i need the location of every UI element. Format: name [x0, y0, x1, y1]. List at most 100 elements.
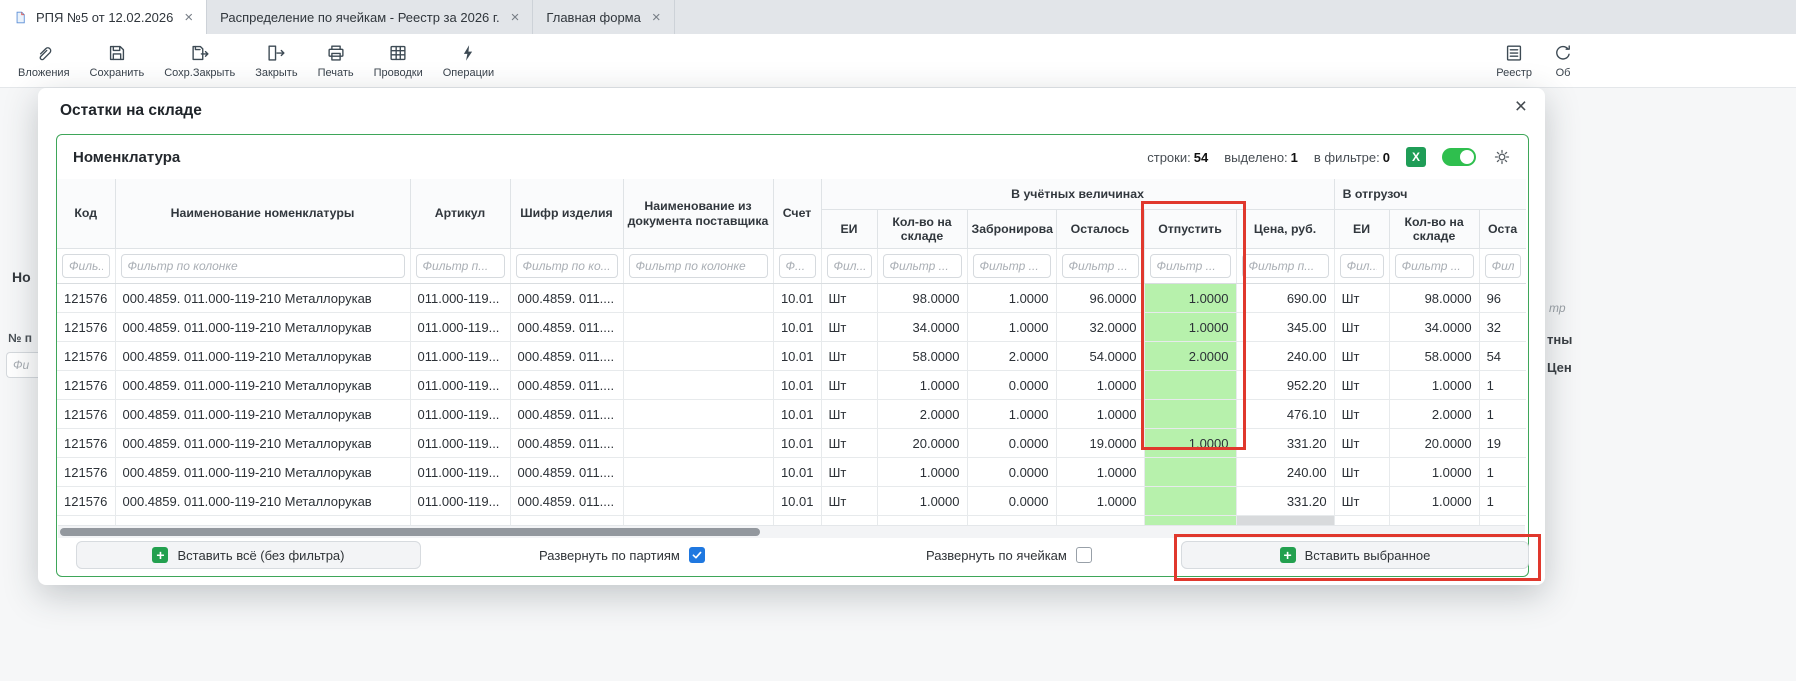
cell[interactable]: 10.01 [773, 516, 821, 526]
table-row[interactable]: 121576000.4859. 011.000-119-210 Металлор… [57, 458, 1526, 487]
cell[interactable]: 10.01 [773, 400, 821, 429]
cell[interactable]: Шт [1334, 342, 1389, 371]
cell[interactable]: 1.0000 [877, 487, 967, 516]
cell[interactable]: 000.4859. 011.000-119-210 Металлорукав [115, 400, 410, 429]
cell[interactable]: 011.000-119... [410, 284, 510, 313]
table-row[interactable]: 121576000.4859. 011.000-119-210 Металлор… [57, 487, 1526, 516]
table-row[interactable]: 121576000.4859. 011.000-119-210 Металлор… [57, 313, 1526, 342]
cell[interactable]: 1.0000 [1144, 313, 1236, 342]
cell[interactable]: 0.0000 [967, 516, 1056, 526]
column-header[interactable]: Кол-во на складе [1389, 210, 1479, 249]
cell[interactable]: 011.000-119... [410, 429, 510, 458]
cell[interactable]: 19.0000 [1056, 429, 1144, 458]
column-header[interactable]: Цена, руб. [1236, 210, 1334, 249]
cell[interactable]: 000.4859. 011.000-119-210 Металлорукав [115, 313, 410, 342]
column-header[interactable]: Забронирова [967, 210, 1056, 249]
horizontal-scrollbar[interactable] [58, 525, 1525, 538]
cell[interactable] [1144, 487, 1236, 516]
cell[interactable]: 011.000-119... [410, 487, 510, 516]
cell[interactable] [623, 487, 773, 516]
cell[interactable] [623, 342, 773, 371]
column-header[interactable]: ЕИ [821, 210, 877, 249]
toolbar-item-close[interactable]: Закрыть [245, 34, 307, 87]
cell[interactable]: 121576 [57, 458, 115, 487]
cell[interactable]: 476.10 [1236, 400, 1334, 429]
cell[interactable]: 0.0000 [967, 487, 1056, 516]
cell[interactable]: 000.4859. 011.000-119-210 Металлорукав [115, 458, 410, 487]
cell[interactable]: 000.4859. 011.000-119-210 Металлорукав [115, 371, 410, 400]
cell[interactable]: 121576 [57, 313, 115, 342]
cell[interactable] [1144, 516, 1236, 526]
filter-input[interactable] [1150, 254, 1231, 278]
cell[interactable]: Шт [821, 516, 877, 526]
cell[interactable]: 1.0000 [877, 458, 967, 487]
column-header[interactable]: Кол-во на складе [877, 210, 967, 249]
toolbar-item-postings[interactable]: Проводки [364, 34, 433, 87]
cell[interactable] [1144, 458, 1236, 487]
tab-0[interactable]: РПЯ №5 от 12.02.2026× [0, 0, 207, 34]
cell[interactable]: 1.0000 [877, 371, 967, 400]
cell[interactable]: 0.0000 [967, 371, 1056, 400]
cell[interactable]: 10.01 [773, 429, 821, 458]
tab-close-icon[interactable]: × [184, 9, 193, 26]
cell[interactable]: Шт [1334, 313, 1389, 342]
cell[interactable]: 121576 [57, 371, 115, 400]
filter-input[interactable] [1395, 254, 1474, 278]
cell[interactable]: 96 [1479, 284, 1526, 313]
cell[interactable]: 952.20 [1236, 371, 1334, 400]
gear-icon[interactable] [1492, 147, 1512, 167]
cell[interactable]: 345.00 [1236, 516, 1334, 526]
cell[interactable] [623, 400, 773, 429]
cell[interactable]: 1.0000 [1389, 487, 1479, 516]
filter-input[interactable] [1062, 254, 1139, 278]
cell[interactable]: 96.0000 [1056, 284, 1144, 313]
cell[interactable] [623, 458, 773, 487]
tab-close-icon[interactable]: × [652, 9, 661, 26]
cell[interactable]: 2.0000 [877, 400, 967, 429]
cell[interactable]: 34.0000 [877, 313, 967, 342]
filter-input[interactable] [1340, 254, 1384, 278]
cell[interactable] [1144, 371, 1236, 400]
toolbar-item-operations[interactable]: Операции [433, 34, 504, 87]
cell[interactable]: 240.00 [1236, 342, 1334, 371]
cell[interactable] [623, 429, 773, 458]
column-header[interactable]: Отпустить [1144, 210, 1236, 249]
cell[interactable]: 20.0000 [877, 429, 967, 458]
cell[interactable]: 1.0000 [1056, 487, 1144, 516]
cell[interactable]: 1.0000 [1144, 284, 1236, 313]
cell[interactable]: 58.0000 [1389, 342, 1479, 371]
cell[interactable] [623, 313, 773, 342]
column-header[interactable]: Счет [773, 179, 821, 249]
cell[interactable]: 1.0000 [967, 400, 1056, 429]
column-header[interactable]: Наименование номенклатуры [115, 179, 410, 249]
cell[interactable]: 1.0000 [1056, 371, 1144, 400]
toolbar-item-print[interactable]: Печать [308, 34, 364, 87]
cell[interactable]: 2.0000 [1389, 516, 1479, 526]
cell[interactable]: 011.000-119... [410, 400, 510, 429]
expand-batches-checkbox[interactable]: Развернуть по партиям [539, 541, 705, 569]
cell[interactable]: 32.0000 [1056, 313, 1144, 342]
cell[interactable]: 011.000-119... [410, 371, 510, 400]
filter-input[interactable] [121, 254, 405, 278]
filter-input[interactable] [416, 254, 505, 278]
cell[interactable]: 1.0000 [1144, 429, 1236, 458]
cell[interactable]: 1.0000 [1389, 458, 1479, 487]
cell[interactable]: Шт [821, 429, 877, 458]
cell[interactable]: 1 [1479, 458, 1526, 487]
cell[interactable]: Шт [1334, 429, 1389, 458]
column-header[interactable]: Артикул [410, 179, 510, 249]
cell[interactable]: 690.00 [1236, 284, 1334, 313]
tab-close-icon[interactable]: × [511, 9, 520, 26]
cell[interactable]: 345.00 [1236, 313, 1334, 342]
tab-2[interactable]: Главная форма× [533, 0, 674, 34]
cell[interactable]: 1.0000 [1056, 400, 1144, 429]
cell[interactable]: 000.4859. 011.... [510, 400, 623, 429]
cell[interactable]: 000.4859. 011.... [510, 342, 623, 371]
column-header[interactable]: Наименование из документа поставщика [623, 179, 773, 249]
filter-input[interactable] [827, 254, 872, 278]
filter-input[interactable] [883, 254, 962, 278]
cell[interactable]: Шт [821, 342, 877, 371]
cell[interactable]: Шт [821, 458, 877, 487]
cell[interactable]: 20.0000 [1389, 429, 1479, 458]
cell[interactable]: 2.0000 [877, 516, 967, 526]
